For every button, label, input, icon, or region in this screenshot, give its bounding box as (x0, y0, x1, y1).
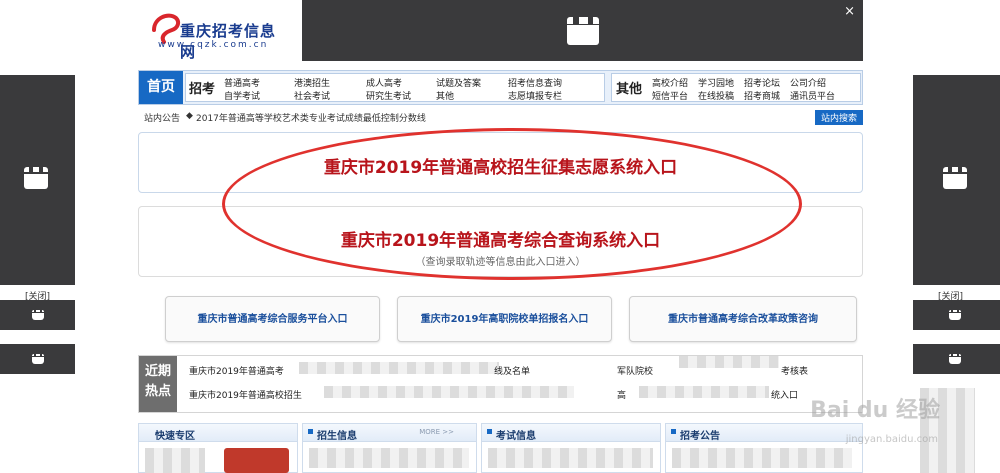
service-platform-button[interactable]: 重庆市普通高考综合服务平台入口 (165, 296, 380, 342)
nav-link[interactable]: 普通高考 (224, 76, 260, 89)
logo-url: www.cqzk.com.cn (158, 40, 269, 50)
panel-title: 考试信息 (496, 431, 536, 442)
watermark-url: jingyan.baidu.com (845, 434, 938, 445)
notice-link[interactable]: 2017年普通高等学校艺术类专业考试成绩最低控制分数线 (196, 111, 426, 124)
hot-item[interactable]: 军队院校 (617, 364, 653, 377)
nav-link[interactable]: 自学考试 (224, 89, 260, 102)
hot-item[interactable]: 考核表 (781, 364, 808, 377)
site-notice-bar: 站内公告 ◆ 2017年普通高等学校艺术类专业考试成绩最低控制分数线 站内搜索 (138, 110, 863, 125)
nav-other-group: 其他 高校介绍 学习园地 招考论坛 公司介绍 短信平台 在线投稿 招考商城 通讯… (611, 73, 861, 102)
top-ad-banner[interactable] (302, 0, 863, 61)
quick-area-panel: 快速专区 (138, 423, 298, 473)
right-side-ad[interactable] (913, 75, 1000, 285)
notices-panel: 招考公告 (665, 423, 863, 473)
recent-hot-panel: 近期 热点 重庆市2019年普通高考 线及名单 军队院校 考核表 重庆市2019年… (138, 355, 863, 413)
nav-link[interactable]: 其他 (436, 89, 454, 102)
nav-link[interactable]: 社会考试 (294, 89, 330, 102)
ad-placeholder-icon (949, 310, 961, 320)
reform-policy-button[interactable]: 重庆市普通高考综合改革政策咨询 (629, 296, 857, 342)
admissions-panel: 招生信息 MORE >> (302, 423, 477, 473)
bullet-icon (487, 429, 492, 434)
blurred-region (309, 448, 469, 468)
hot-item[interactable]: 重庆市2019年普通高校招生 (189, 388, 302, 401)
right-small-ad-2[interactable] (913, 344, 1000, 374)
hot-item[interactable]: 统入口 (771, 388, 798, 401)
notice-label: 站内公告 (144, 114, 181, 124)
left-small-ad-1[interactable] (0, 300, 75, 330)
banner-title: 重庆市2019年普通高校招生征集志愿系统入口 (323, 158, 678, 178)
nav-link[interactable]: 研究生考试 (366, 89, 411, 102)
panel-title: 招考公告 (680, 431, 720, 442)
blurred-region (679, 356, 779, 368)
hot-item[interactable]: 重庆市2019年普通高考 (189, 364, 284, 377)
ad-placeholder-icon (567, 17, 599, 45)
nav-link[interactable]: 招考论坛 (744, 76, 780, 89)
ad-placeholder-icon (32, 310, 44, 320)
hot-label: 近期 热点 (139, 356, 177, 412)
nav-link[interactable]: 学习园地 (698, 76, 734, 89)
nav-link[interactable]: 招考信息查询 (508, 76, 562, 89)
supplementary-application-entry[interactable]: 重庆市2019年普通高校招生征集志愿系统入口 (138, 132, 863, 193)
site-logo[interactable]: 重庆招考信息网 www.cqzk.com.cn (150, 8, 290, 61)
panel-title: 快速专区 (155, 431, 195, 442)
nav-link[interactable]: 在线投稿 (698, 89, 734, 102)
panel-title: 招生信息 (317, 431, 357, 442)
bullet-icon (671, 429, 676, 434)
nav-link[interactable]: 通讯员平台 (790, 89, 835, 102)
blurred-thumbnail (145, 448, 205, 473)
blurred-region (672, 448, 852, 468)
nav-home-button[interactable]: 首页 (139, 71, 183, 104)
nav-zhaokao-label: 招考 (189, 82, 216, 97)
nav-link[interactable]: 成人高考 (366, 76, 402, 89)
nav-link[interactable]: 短信平台 (652, 89, 688, 102)
ad-placeholder-icon (24, 167, 48, 189)
exams-panel: 考试信息 (481, 423, 661, 473)
close-ad-icon[interactable]: × (844, 4, 855, 19)
blurred-region (299, 362, 499, 374)
main-nav: 首页 招考 普通高考 港澳招生 成人高考 试题及答案 招考信息查询 自学考试 社… (138, 70, 863, 105)
hot-item[interactable]: 高 (617, 388, 626, 401)
ad-placeholder-icon (32, 354, 44, 364)
bullet-icon (308, 429, 313, 434)
exam-query-entry[interactable]: 重庆市2019年普通高考综合查询系统入口 （查询录取轨迹等信息由此入口进入） (138, 206, 863, 277)
site-search-button[interactable]: 站内搜索 (814, 110, 863, 125)
nav-other-label: 其他 (616, 82, 643, 97)
logo-mark-icon (152, 13, 181, 44)
nav-link[interactable]: 高校介绍 (652, 76, 688, 89)
hot-item[interactable]: 线及名单 (494, 364, 530, 377)
thumbnail-image[interactable] (224, 448, 289, 473)
notice-bullet-icon: ◆ (186, 111, 193, 121)
more-link[interactable]: MORE >> (419, 428, 454, 436)
nav-link[interactable]: 试题及答案 (436, 76, 481, 89)
banner-subtitle: （查询录取轨迹等信息由此入口进入） (415, 257, 586, 268)
nav-link[interactable]: 公司介绍 (790, 76, 826, 89)
baidu-watermark: Bai du 经验 (810, 398, 940, 423)
nav-link[interactable]: 港澳招生 (294, 76, 330, 89)
ad-placeholder-icon (949, 354, 961, 364)
ad-placeholder-icon (943, 167, 967, 189)
nav-link[interactable]: 志愿填报专栏 (508, 89, 562, 102)
blurred-region (639, 386, 769, 398)
left-side-ad[interactable] (0, 75, 75, 285)
nav-link[interactable]: 招考商城 (744, 89, 780, 102)
nav-zhaokao-group: 招考 普通高考 港澳招生 成人高考 试题及答案 招考信息查询 自学考试 社会考试… (185, 73, 605, 102)
vocational-enrollment-button[interactable]: 重庆市2019年高职院校单招报名入口 (397, 296, 612, 342)
blurred-region (488, 448, 653, 468)
banner-title: 重庆市2019年普通高考综合查询系统入口 (340, 231, 661, 251)
blurred-region (324, 386, 574, 398)
right-small-ad-1[interactable] (913, 300, 1000, 330)
left-small-ad-2[interactable] (0, 344, 75, 374)
